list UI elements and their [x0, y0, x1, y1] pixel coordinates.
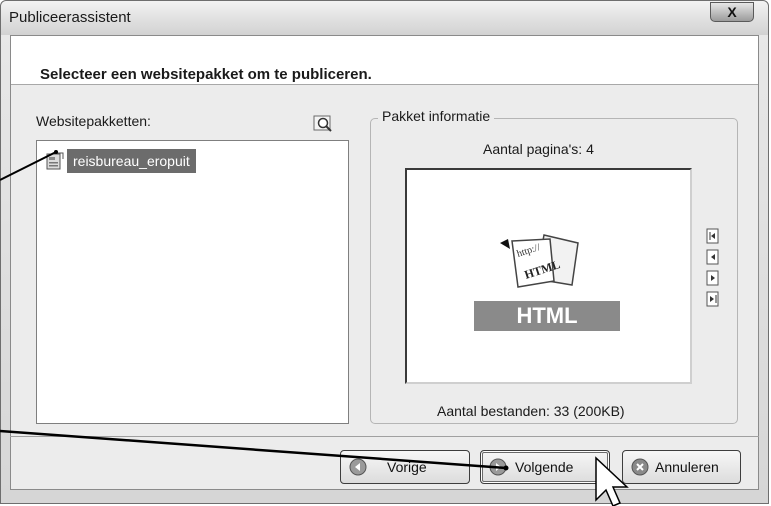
- previous-button[interactable]: Vorige: [340, 450, 470, 484]
- last-page-icon[interactable]: [706, 291, 720, 307]
- file-count-text: Aantal bestanden: 33 (200KB): [437, 403, 625, 419]
- list-item-label: reisbureau_eropuit: [67, 149, 196, 173]
- footer-separator: [10, 436, 759, 437]
- next-page-icon[interactable]: [706, 270, 720, 286]
- page-heading: Selecteer een websitepakket om te public…: [40, 66, 372, 83]
- forward-arrow-icon: [489, 458, 507, 476]
- first-page-icon[interactable]: [706, 228, 720, 244]
- previous-button-label: Vorige: [387, 459, 427, 475]
- search-icon[interactable]: [313, 114, 335, 134]
- website-package-icon: [46, 152, 64, 170]
- list-item[interactable]: reisbureau_eropuit: [45, 149, 196, 173]
- title-bar[interactable]: Publiceerassistent X: [1, 1, 768, 35]
- next-button-label: Volgende: [515, 459, 574, 475]
- next-button[interactable]: Volgende: [480, 450, 610, 484]
- package-info-legend: Pakket informatie: [378, 108, 495, 124]
- cancel-button-label: Annuleren: [655, 459, 719, 475]
- packages-label: Websitepakketten:: [36, 113, 151, 129]
- previous-page-icon[interactable]: [706, 249, 720, 265]
- logo-band-text: HTML: [516, 303, 577, 328]
- window-title: Publiceerassistent: [9, 9, 131, 26]
- cancel-icon: [631, 458, 649, 476]
- back-arrow-icon: [349, 458, 367, 476]
- close-icon: X: [727, 4, 737, 20]
- cancel-button[interactable]: Annuleren: [622, 450, 741, 484]
- packages-list[interactable]: reisbureau_eropuit: [36, 140, 349, 424]
- close-button[interactable]: X: [710, 2, 754, 22]
- page-count-text: Aantal pagina's: 4: [483, 141, 594, 157]
- html-logo-icon: http:// HTML HTML: [474, 221, 620, 331]
